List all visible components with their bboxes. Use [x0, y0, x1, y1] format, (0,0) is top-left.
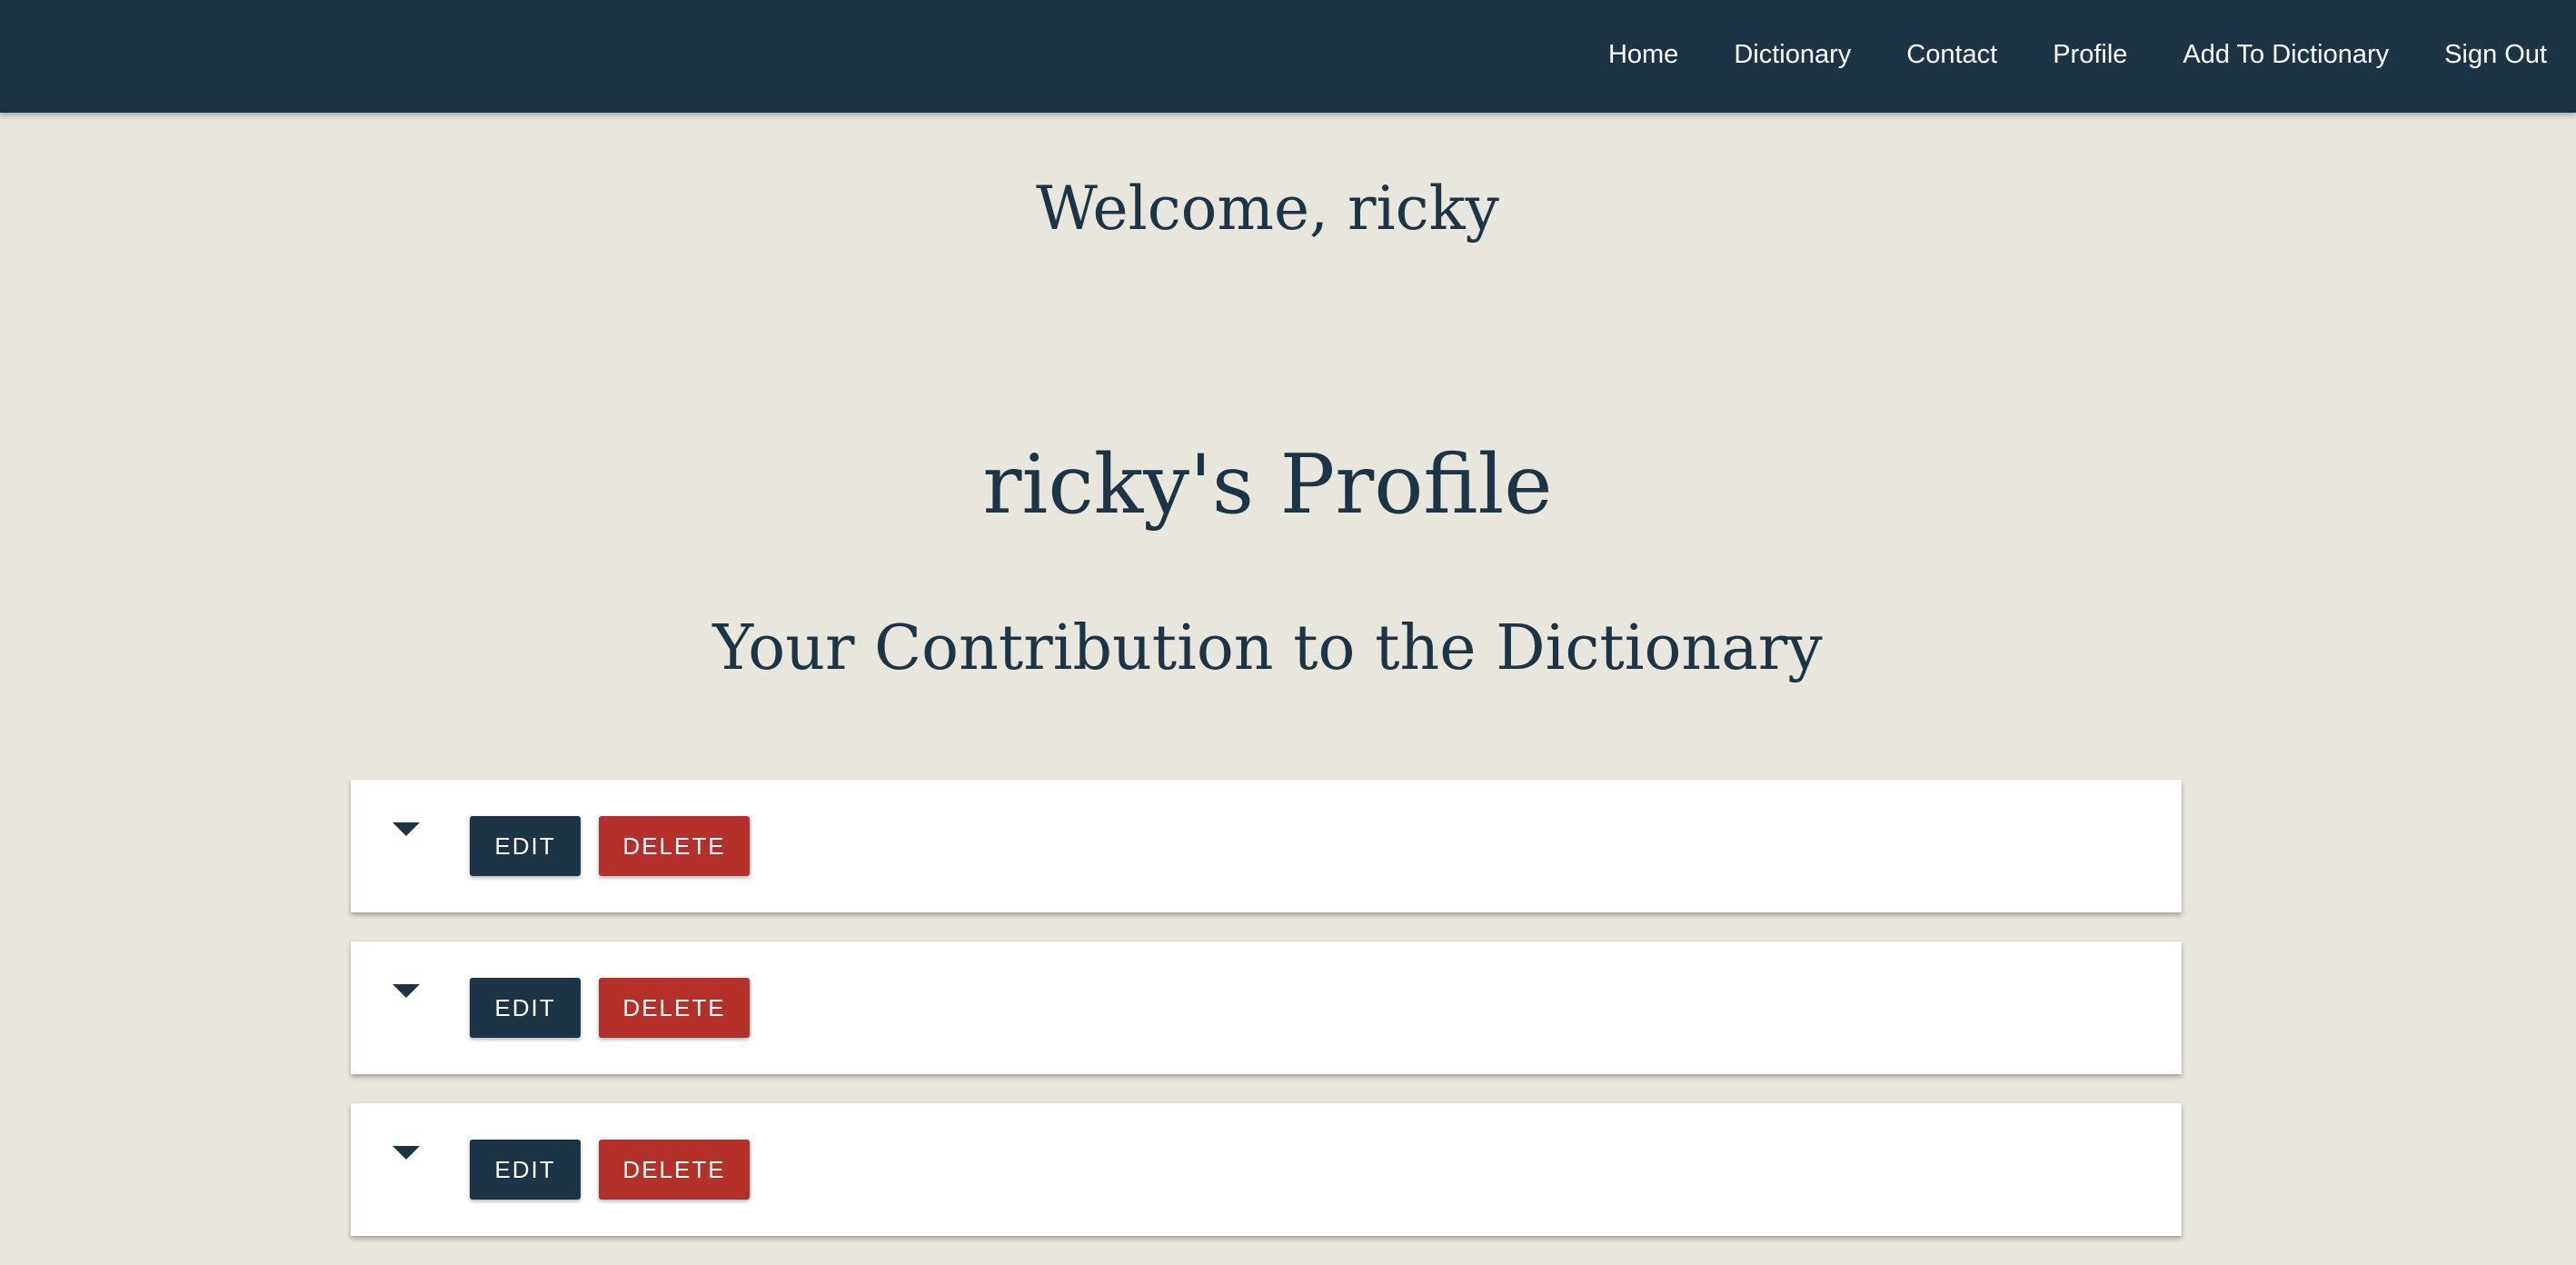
- contribution-entry: EDIT DELETE: [351, 941, 2182, 1074]
- nav-link-profile[interactable]: Profile: [2053, 40, 2127, 70]
- nav-link-dictionary[interactable]: Dictionary: [1734, 40, 1851, 70]
- contribution-list: EDIT DELETE EDIT DELETE EDIT DELETE: [351, 780, 2182, 1265]
- edit-button[interactable]: EDIT: [470, 816, 581, 876]
- delete-button[interactable]: DELETE: [599, 978, 750, 1038]
- contribution-entry: EDIT DELETE: [351, 1103, 2182, 1236]
- delete-button[interactable]: DELETE: [599, 816, 750, 876]
- nav-link-home[interactable]: Home: [1608, 40, 1678, 70]
- caret-down-icon[interactable]: [393, 1146, 420, 1160]
- profile-title: ricky's Profile: [982, 437, 1553, 533]
- edit-button[interactable]: EDIT: [470, 978, 581, 1038]
- delete-button[interactable]: DELETE: [599, 1140, 750, 1200]
- welcome-heading: Welcome, ricky: [1036, 174, 1499, 244]
- caret-down-icon[interactable]: [393, 984, 420, 998]
- top-navbar: Home Dictionary Contact Profile Add To D…: [0, 0, 2576, 113]
- edit-button[interactable]: EDIT: [470, 1140, 581, 1200]
- caret-down-icon[interactable]: [393, 822, 420, 836]
- nav-link-contact[interactable]: Contact: [1906, 40, 1997, 70]
- nav-link-sign-out[interactable]: Sign Out: [2444, 40, 2547, 70]
- contribution-heading: Your Contribution to the Dictionary: [712, 613, 1823, 684]
- nav-links: Home Dictionary Contact Profile Add To D…: [1553, 0, 2576, 109]
- contribution-entry: EDIT DELETE: [351, 780, 2182, 912]
- nav-link-add-to-dictionary[interactable]: Add To Dictionary: [2183, 40, 2389, 70]
